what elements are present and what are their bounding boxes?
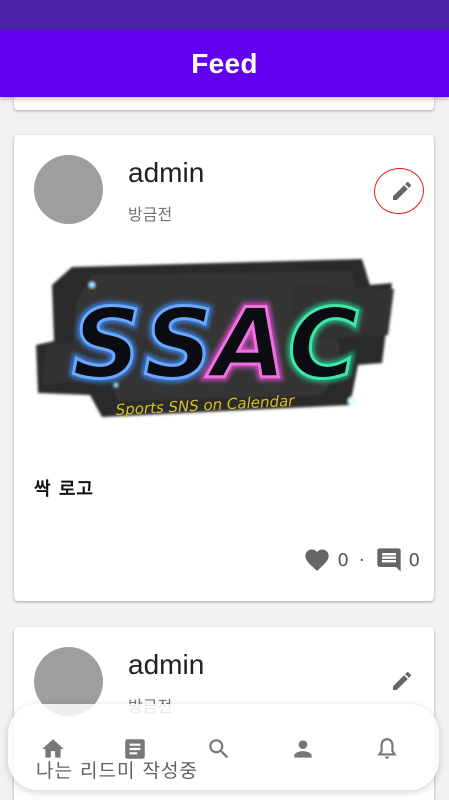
pencil-icon bbox=[393, 671, 412, 690]
status-bar bbox=[0, 0, 449, 30]
nav-search[interactable] bbox=[204, 734, 234, 764]
stats-separator: · bbox=[358, 549, 365, 571]
nav-profile[interactable] bbox=[288, 734, 318, 764]
logo-letter-s2: S bbox=[144, 288, 213, 400]
app-bar: Feed bbox=[0, 30, 449, 97]
page-title: Feed bbox=[191, 47, 258, 79]
comment-count: 0 bbox=[408, 549, 420, 571]
post-card: admin 방금전 S S S S A A C C Sports SNS on … bbox=[14, 135, 434, 601]
bottom-nav: 나는 리드미 작성중 bbox=[8, 704, 439, 790]
post-image[interactable]: S S S S A A C C Sports SNS on Calendar bbox=[32, 245, 416, 435]
edit-button[interactable] bbox=[388, 667, 416, 695]
avatar[interactable] bbox=[34, 155, 103, 224]
pencil-icon bbox=[393, 181, 412, 200]
edit-button[interactable] bbox=[388, 177, 416, 205]
search-icon bbox=[209, 739, 229, 759]
like-count: 0 bbox=[337, 549, 349, 571]
post-author[interactable]: admin bbox=[128, 649, 204, 681]
logo-letter-c: C bbox=[288, 288, 358, 400]
draft-status-text: 나는 리드미 작성중 bbox=[36, 760, 198, 782]
person-icon bbox=[294, 740, 312, 758]
post-stats: 0 · 0 bbox=[303, 545, 420, 575]
post-time: 방금전 bbox=[128, 205, 173, 224]
logo-letter-s1: S bbox=[72, 288, 141, 400]
post-text: 싹 로고 bbox=[34, 479, 94, 500]
logo-letter-a: A bbox=[205, 288, 286, 400]
post-author[interactable]: admin bbox=[128, 157, 204, 189]
comment-icon[interactable] bbox=[375, 546, 403, 574]
heart-icon[interactable] bbox=[303, 546, 331, 574]
bell-icon bbox=[377, 738, 397, 759]
nav-notifications[interactable] bbox=[372, 734, 402, 764]
